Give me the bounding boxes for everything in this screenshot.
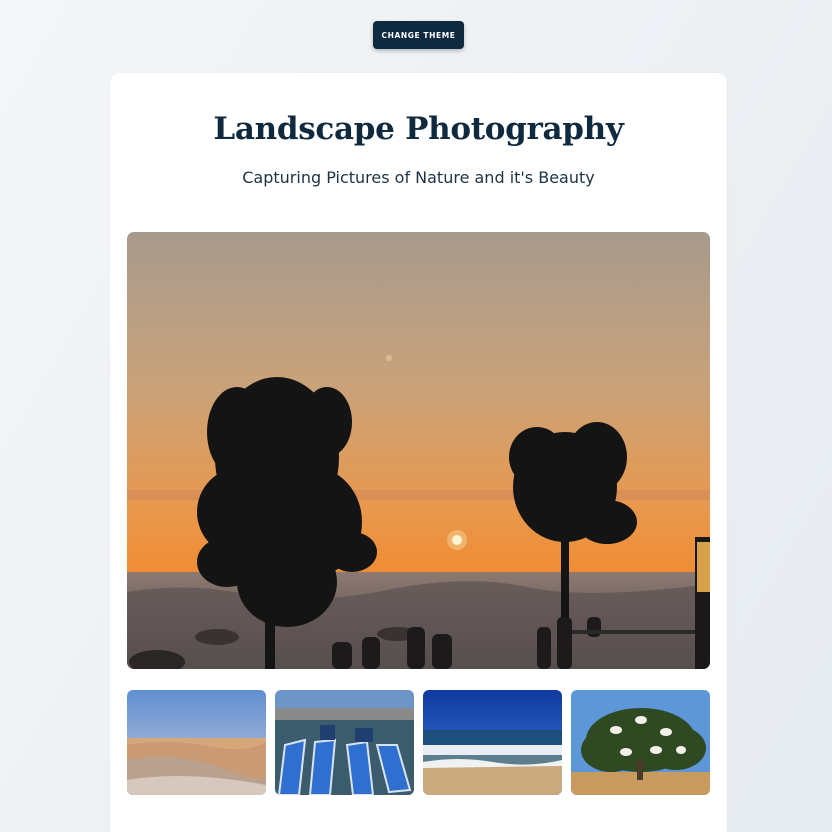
main-photo (127, 232, 710, 669)
desert-dunes-photo (127, 690, 266, 795)
thumbnail-goats-tree[interactable] (571, 690, 710, 795)
goats-in-tree-photo (571, 690, 710, 795)
page-title: Landscape Photography (213, 111, 624, 147)
thumbnail-boats[interactable] (275, 690, 414, 795)
change-theme-button[interactable]: CHANGE THEME (373, 21, 464, 49)
thumbnail-beach[interactable] (423, 690, 562, 795)
page-subtitle: Capturing Pictures of Nature and it's Be… (242, 168, 595, 187)
thumbnail-desert[interactable] (127, 690, 266, 795)
blue-boats-harbor-photo (275, 690, 414, 795)
ocean-beach-waves-photo (423, 690, 562, 795)
gallery-card: Landscape Photography Capturing Pictures… (110, 73, 727, 832)
sunset-trees-photo (127, 232, 710, 669)
